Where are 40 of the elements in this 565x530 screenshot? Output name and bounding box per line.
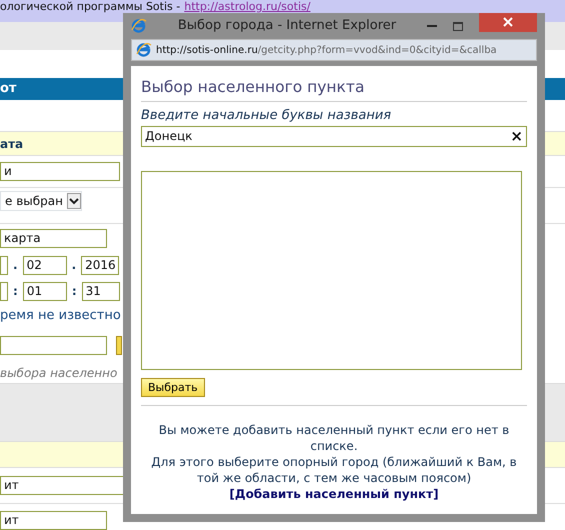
input-field[interactable]: ит xyxy=(0,476,125,495)
url-text: http://sotis-online.ru/getcity.php?form=vvod&ind=0&cityid=&callba xyxy=(156,44,497,58)
input-field[interactable]: 01 xyxy=(22,282,67,300)
info-text: Вы можете добавить населенный пункт если его нет в списке. xyxy=(158,422,510,454)
info-text: Для этого выберите опорный город (ближайший к Вам, в той же области, с тем же часовым поясом) xyxy=(150,454,518,486)
browser-icon xyxy=(131,18,147,34)
input-field[interactable]: ит xyxy=(0,510,107,530)
input-field[interactable]: 31 xyxy=(82,282,120,300)
separator-text: : xyxy=(72,283,77,300)
input-field[interactable]: 02 xyxy=(22,256,67,274)
select-field[interactable]: е выбран xyxy=(0,191,82,211)
banner-text: ологической программы Sotis - xyxy=(0,0,180,13)
clear-icon[interactable]: × xyxy=(510,125,523,148)
add-link[interactable]: [Добавить населенный пункт] xyxy=(147,486,521,502)
banner-link[interactable]: http://astrolog.ru/sotis/ xyxy=(184,0,310,13)
input-field[interactable] xyxy=(0,256,8,274)
separator-text: : xyxy=(13,283,18,300)
input-field[interactable] xyxy=(0,282,8,300)
browser-icon xyxy=(136,42,152,58)
input-field[interactable] xyxy=(0,336,107,354)
dialog-heading: Выбор населенного пункта xyxy=(141,72,527,102)
address-bar[interactable]: http://sotis-online.ru/getcity.php?form=vvod&ind=0&cityid=&callba xyxy=(131,39,537,61)
hint-text: выбора населенно xyxy=(0,364,118,382)
close-icon[interactable] xyxy=(503,17,513,28)
separator-text: . xyxy=(13,257,18,274)
button-edge[interactable] xyxy=(116,336,122,354)
search-field[interactable]: Донецк × xyxy=(141,126,527,147)
caret-icon[interactable] xyxy=(66,193,81,209)
section-title: ата xyxy=(0,136,24,152)
header-text: от xyxy=(0,80,16,98)
separator-text: . xyxy=(72,257,76,274)
window-title: Выбор города - Internet Explorer xyxy=(176,17,398,36)
select-button[interactable]: Выбрать xyxy=(141,378,205,397)
close-button[interactable] xyxy=(479,13,537,32)
maximize-icon[interactable] xyxy=(453,22,463,30)
time-unknown-label: ремя не известно xyxy=(0,307,121,326)
input-field[interactable]: карта xyxy=(0,228,107,248)
prompt-label: Введите начальные буквы названия xyxy=(141,107,392,126)
input-field[interactable]: 2016 xyxy=(81,256,120,274)
input-field[interactable]: и xyxy=(0,162,120,181)
